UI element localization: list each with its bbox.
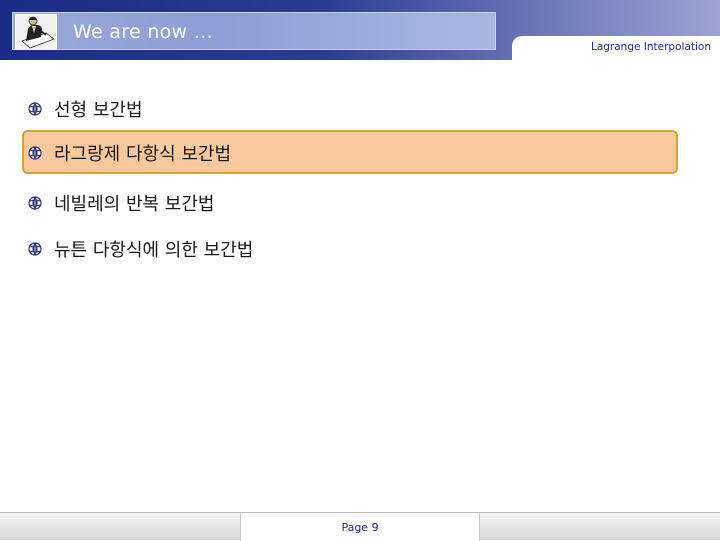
list-item-text: 뉴튼 다항식에 의한 보간법 xyxy=(54,240,254,261)
list-item-text: 라그랑제 다항식 보간법 xyxy=(54,144,232,165)
globe-bullet-icon xyxy=(28,145,42,160)
list-item-text: 네빌레의 반복 보간법 xyxy=(54,194,215,215)
bullet-list: 선형 보간법 라그랑제 다항식 보간법 네빌레의 반복 보간법 뉴튼 다항식에 … xyxy=(0,0,720,540)
list-item-highlighted: 라그랑제 다항식 보간법 xyxy=(22,130,678,174)
globe-bullet-icon xyxy=(28,195,42,210)
globe-bullet-icon xyxy=(28,241,42,256)
list-item: 네빌레의 반복 보간법 xyxy=(22,180,678,224)
list-item: 선형 보간법 xyxy=(22,86,678,130)
globe-bullet-icon xyxy=(28,101,42,116)
list-item-text: 선형 보간법 xyxy=(54,100,143,121)
footer-bar: Page 9 xyxy=(0,512,720,541)
page-number-box: Page 9 xyxy=(240,513,480,541)
page-number: Page 9 xyxy=(341,521,379,534)
list-item: 뉴튼 다항식에 의한 보간법 xyxy=(22,226,678,270)
